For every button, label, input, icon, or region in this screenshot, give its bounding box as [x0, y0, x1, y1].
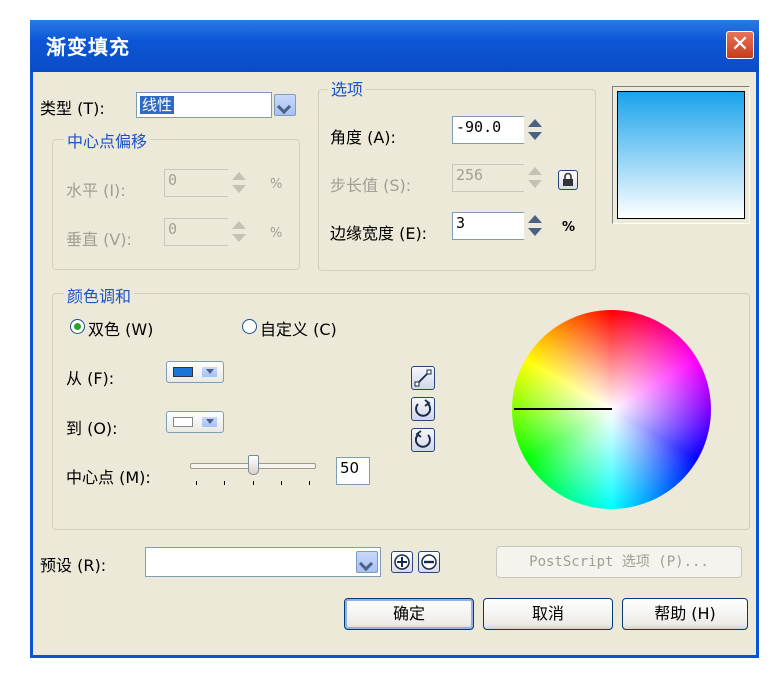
to-color-picker[interactable]: [166, 411, 224, 433]
steps-spinner[interactable]: [524, 164, 550, 192]
color-wheel-path-line: [514, 408, 612, 410]
edge-width-label: 边缘宽度 (E):: [330, 224, 428, 243]
horizontal-label: 水平 (I):: [66, 181, 126, 200]
counterclockwise-path-button[interactable]: [411, 397, 435, 421]
type-select[interactable]: 线性: [136, 92, 272, 118]
options-legend: 选项: [328, 76, 367, 100]
dialog-title: 渐变填充: [46, 35, 130, 59]
help-button[interactable]: 帮助 (H): [622, 598, 748, 630]
from-color-swatch: [173, 367, 193, 377]
counterclockwise-icon: [415, 399, 432, 417]
close-button[interactable]: ✕: [726, 31, 754, 59]
angle-spinner[interactable]: [524, 116, 550, 144]
horizontal-unit: %: [270, 177, 283, 192]
custom-radio[interactable]: [242, 319, 257, 334]
close-icon: ✕: [730, 32, 750, 57]
midpoint-input[interactable]: 50: [336, 457, 370, 485]
chevron-down-icon: [202, 367, 217, 377]
edge-width-spinner[interactable]: [524, 212, 550, 240]
cancel-button[interactable]: 取消: [483, 598, 613, 630]
from-color-picker[interactable]: [166, 361, 224, 383]
clockwise-icon: [414, 430, 431, 448]
preset-select[interactable]: [145, 547, 381, 577]
direct-path-button[interactable]: [411, 366, 435, 390]
center-offset-legend: 中心点偏移: [64, 128, 151, 152]
add-preset-button[interactable]: [391, 551, 413, 573]
preset-label: 预设 (R):: [40, 556, 107, 575]
chevron-down-icon: [202, 417, 217, 427]
plus-icon: [394, 554, 410, 570]
remove-preset-button[interactable]: [418, 551, 440, 573]
center-offset-group: [52, 139, 300, 270]
steps-lock-button[interactable]: [558, 170, 578, 190]
type-label: 类型 (T):: [40, 99, 105, 118]
custom-label: 自定义 (C): [260, 320, 337, 339]
clockwise-path-button[interactable]: [411, 428, 435, 452]
gradient-preview[interactable]: [617, 91, 745, 219]
to-label: 到 (O):: [66, 419, 118, 438]
to-color-swatch: [173, 417, 193, 427]
minus-icon: [421, 554, 437, 570]
title-bar[interactable]: [30, 20, 759, 72]
line-path-icon: [414, 369, 432, 387]
vertical-offset-spinner[interactable]: [228, 218, 254, 246]
midpoint-slider-ticks: [196, 481, 310, 485]
two-color-label: 双色 (W): [88, 320, 154, 339]
two-color-radio[interactable]: [70, 319, 85, 334]
lock-icon: [563, 172, 573, 186]
color-wheel[interactable]: [512, 310, 711, 509]
type-select-dropdown-button[interactable]: [274, 94, 296, 116]
type-select-value: 线性: [140, 96, 175, 114]
from-label: 从 (F):: [66, 369, 115, 388]
horizontal-offset-spinner[interactable]: [228, 169, 254, 197]
postscript-options-button[interactable]: PostScript 选项 (P)...: [496, 546, 742, 578]
vertical-unit: %: [270, 226, 283, 241]
vertical-label: 垂直 (V):: [66, 230, 132, 249]
ok-button[interactable]: 确定: [344, 598, 474, 630]
color-blend-legend: 颜色调和: [64, 283, 135, 307]
steps-label: 步长值 (S):: [330, 176, 412, 195]
edge-width-unit: %: [562, 220, 576, 235]
midpoint-label: 中心点 (M):: [66, 468, 151, 487]
preset-dropdown-button[interactable]: [356, 551, 378, 573]
angle-label: 角度 (A):: [330, 128, 396, 147]
midpoint-slider-thumb[interactable]: [248, 455, 259, 475]
